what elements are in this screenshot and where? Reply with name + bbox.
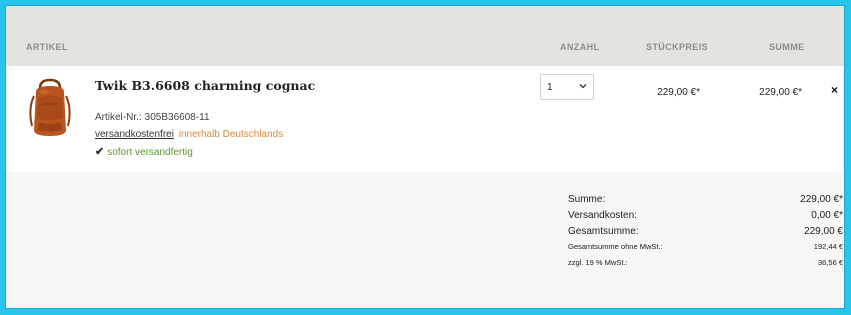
line-total-price: 229,00 €*	[759, 87, 802, 98]
summary-row-versandkosten: Versandkosten: 0,00 €*	[568, 210, 843, 226]
shipping-region: innerhalb Deutschlands	[178, 129, 284, 140]
summary-label: Gesamtsumme:	[568, 226, 639, 237]
summary-row-netto: Gesamtsumme ohne MwSt.: 192,44 €	[568, 242, 843, 258]
unit-price: 229,00 €*	[657, 87, 700, 98]
article-number-value: 305B36608-11	[144, 112, 210, 123]
summary-row-mwst: zzgl. 19 % MwSt.: 36,56 €	[568, 258, 843, 274]
summary-value: 0,00 €*	[811, 210, 843, 221]
shipping-free-link[interactable]: versandkostenfrei	[95, 129, 174, 140]
article-number-label: Artikel-Nr.:	[95, 112, 142, 123]
summary-value: 36,56 €	[817, 258, 843, 267]
summary-label: Summe:	[568, 194, 606, 205]
column-header-artikel: ARTIKEL	[26, 42, 68, 52]
product-image[interactable]	[22, 78, 78, 138]
summary-row-summe: Summe: 229,00 €*	[568, 194, 843, 210]
cart-line-item: Twik B3.6608 charming cognac Artikel-Nr.…	[6, 66, 844, 172]
quantity-value: 1	[547, 82, 553, 93]
column-header-stueckpreis: STÜCKPREIS	[646, 42, 709, 52]
chevron-down-icon	[579, 84, 587, 89]
column-header-summe: SUMME	[769, 42, 805, 52]
check-icon: ✔	[95, 146, 105, 158]
cart-table-header: ARTIKEL ANZAHL STÜCKPREIS SUMME	[6, 6, 844, 66]
summary-value: 192,44 €	[813, 242, 843, 251]
availability-text: sofort versandfertig	[107, 147, 193, 158]
summary-row-gesamtsumme: Gesamtsumme: 229,00 €	[568, 226, 843, 242]
summary-label: Versandkosten:	[568, 210, 637, 221]
availability-status: ✔ sofort versandfertig	[95, 145, 193, 158]
summary-label: zzgl. 19 % MwSt.:	[568, 258, 628, 267]
summary-label: Gesamtsumme ohne MwSt.:	[568, 242, 663, 251]
shipping-info: versandkostenfrei innerhalb Deutschlands	[95, 129, 283, 140]
summary-value: 229,00 €	[804, 226, 843, 237]
article-number: Artikel-Nr.: 305B36608-11	[95, 112, 210, 123]
cart-frame: ARTIKEL ANZAHL STÜCKPREIS SUMME Twik B3.…	[5, 5, 845, 309]
close-icon[interactable]: ×	[831, 84, 838, 96]
column-header-anzahl: ANZAHL	[560, 42, 600, 52]
summary-value: 229,00 €*	[800, 194, 843, 205]
quantity-select[interactable]: 1	[540, 74, 594, 100]
product-title[interactable]: Twik B3.6608 charming cognac	[95, 78, 315, 93]
cart-summary: Summe: 229,00 €* Versandkosten: 0,00 €* …	[568, 194, 843, 274]
